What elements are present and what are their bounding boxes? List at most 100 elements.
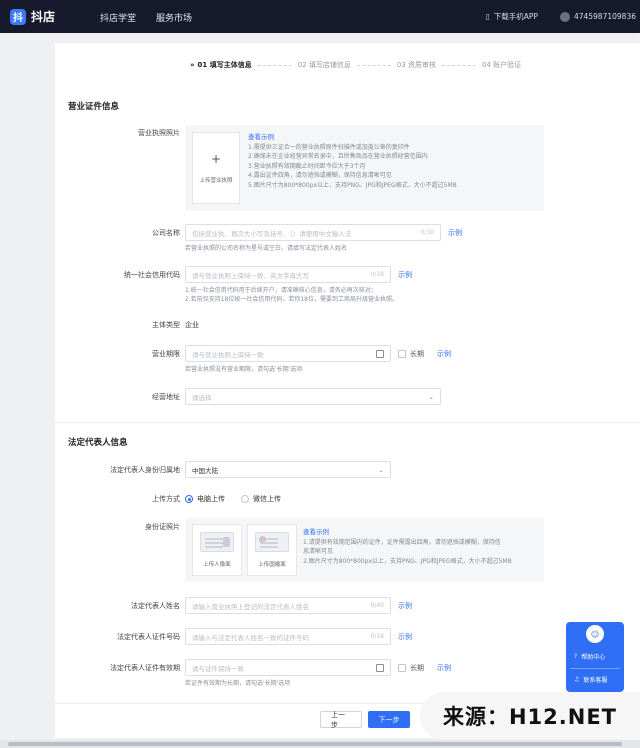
license-guide-line: 4.露出证件四角，请勿遮挡或模糊，保持信息清晰可见 [248, 172, 392, 179]
id-front-upload-button[interactable]: 上传人像面 [192, 524, 242, 576]
contact-support-button[interactable]: ♫ 联系客服 [574, 675, 607, 684]
legal-region-label: 法定代表人身份归属地 [110, 466, 180, 474]
nav-item-service-market[interactable]: 服务市场 [156, 11, 192, 24]
upload-method-label: 上传方式 [152, 495, 180, 503]
radio-checked-icon [185, 495, 193, 503]
help-center-button[interactable]: ? 帮助中心 [574, 652, 605, 661]
company-name-count: 0/30 [420, 229, 434, 236]
upload-method-computer-radio[interactable]: 电脑上传 [185, 494, 225, 504]
nav-item-academy[interactable]: 抖店学堂 [100, 11, 136, 24]
company-name-example-link[interactable]: 示例 [448, 228, 462, 238]
legal-name-count: 0/40 [370, 602, 384, 609]
widget-divider [570, 668, 620, 669]
chevron-down-icon: ⌄ [378, 465, 384, 474]
step-3-label: 03 资质审核 [396, 61, 436, 69]
company-name-placeholder: 包括营业执、再次大小写及括号、（）请使用中文输入法 [192, 229, 352, 238]
horizontal-scrollbar-thumb[interactable] [8, 742, 622, 746]
robot-icon: ☺ [586, 625, 604, 643]
id-guide-line: 2.图片尺寸为800*800px以上，支持PNG、JPG和JPEG格式，大小不超… [303, 557, 512, 565]
step-1-arrow-icon: » [190, 61, 195, 69]
legal-id-number-example-link[interactable]: 示例 [398, 632, 412, 642]
download-app-label: 下载手机APP [493, 12, 538, 21]
legal-id-validity-input[interactable]: 请与证件保持一致 [185, 659, 391, 676]
legal-region-select[interactable]: 中国大陆 ⌄ [185, 461, 391, 478]
legal-id-validity-hint: 若证件有效期为长期，请勾选'长期'选项 [185, 680, 291, 687]
logo[interactable]: 抖 抖店 [10, 8, 55, 25]
id-photo-label: 身份证照片 [145, 523, 180, 531]
step-4-label: 04 账户验证 [482, 61, 522, 69]
radio-unchecked-icon [241, 495, 249, 503]
legal-name-example-link[interactable]: 示例 [398, 601, 412, 611]
business-period-placeholder: 请与营业执照上保持一致 [192, 350, 264, 359]
id-example-link[interactable]: 查看示例 [303, 528, 512, 538]
next-step-button[interactable]: 下一步 [368, 711, 410, 728]
source-watermark: 来源：H12.NET [420, 692, 640, 740]
download-app-link[interactable]: ▯ 下载手机APP [486, 11, 538, 22]
credit-code-input[interactable]: 请与营业执照上保持一致，英文字母大写 0/18 [185, 266, 391, 283]
license-section-title: 营业证件信息 [68, 102, 120, 112]
legal-id-number-input[interactable]: 请输入与法定代表人姓名一致的证件号码 0/18 [185, 628, 391, 645]
step-3: 03 资质审核 [397, 60, 436, 70]
calendar-icon [376, 349, 384, 358]
license-upload-text: 上传营业执照 [199, 178, 233, 184]
id-back-label: 上传国徽面 [258, 562, 286, 568]
credit-code-label: 统一社会信用代码 [124, 271, 180, 279]
step-2: 02 填写店铺信息 [298, 60, 351, 70]
company-name-hint: 若营业执照的公司名称为星号或空白，请填写法定代表人姓名 [185, 245, 348, 252]
license-guide-line: 2.确保未在企业经营异常名录中，且所售商品在营业执照经营范围内 [248, 153, 428, 160]
logo-text: 抖店 [31, 10, 56, 24]
license-upload-area: + 上传营业执照 查看示例 1.需提供三证合一的营业执照原件扫描件或加盖公章的复… [185, 125, 544, 211]
account-menu[interactable]: 4745987109836 [559, 11, 636, 22]
avatar-icon [559, 11, 570, 22]
business-period-example-link[interactable]: 示例 [437, 349, 451, 359]
upload-method-wechat-label: 微信上传 [253, 495, 281, 503]
step-2-label: 02 填写店铺信息 [297, 61, 351, 69]
top-navigation-bar: 抖 抖店 抖店学堂 服务市场 ▯ 下载手机APP 4745987109836 [0, 0, 640, 33]
legal-id-number-label: 法定代表人证件号码 [117, 633, 180, 641]
business-period-long-checkbox[interactable]: 长期 [398, 349, 424, 359]
id-front-label: 上传人像面 [203, 562, 231, 568]
legal-region-value: 中国大陆 [192, 466, 218, 475]
id-guide: 查看示例 1.请提供有效期范围内的证件，证件需露出四角，请勿遮挡或模糊，保持信 … [303, 528, 512, 566]
checkbox-icon [398, 664, 406, 672]
company-name-input[interactable]: 包括营业执、再次大小写及括号、（）请使用中文输入法 0/30 [185, 224, 441, 241]
id-guide-line: 1.请提供有效期范围内的证件，证件需露出四角，请勿遮挡或模糊，保持信 [303, 538, 501, 546]
credit-code-hints: 1.统一社会信用代码用于后续开户，请准确核心信息，请务必再次核对； 2.若前仅支… [185, 286, 398, 304]
id-back-upload-button[interactable]: 上传国徽面 [247, 524, 297, 576]
chevron-down-icon: ⌄ [428, 392, 434, 401]
contact-support-label: 联系客服 [583, 677, 608, 684]
plus-icon: + [210, 152, 222, 166]
legal-id-validity-long-checkbox[interactable]: 长期 [398, 663, 424, 673]
legal-id-validity-example-link[interactable]: 示例 [437, 663, 451, 673]
entity-type-label: 主体类型 [152, 321, 180, 329]
step-4: 04 账户验证 [482, 60, 521, 70]
legal-section-title: 法定代表人信息 [68, 438, 128, 448]
upload-method-computer-label: 电脑上传 [197, 495, 225, 503]
license-upload-button[interactable]: + 上传营业执照 [192, 132, 240, 204]
legal-id-validity-placeholder: 请与证件保持一致 [192, 664, 244, 673]
legal-name-label: 法定代表人姓名 [131, 602, 180, 610]
credit-code-example-link[interactable]: 示例 [398, 270, 412, 280]
top-right-actions: ▯ 下载手机APP 4745987109836 [486, 11, 636, 22]
license-guide-line: 3.营业执照有效期截止时间距今应大于3个月 [248, 162, 366, 170]
progress-steps: » 01 填写主体信息 02 填写店铺信息 03 资质审核 04 账户验证 [190, 60, 521, 70]
legal-id-number-count: 0/18 [370, 633, 384, 640]
business-address-select[interactable]: 请选择 ⌄ [185, 388, 441, 405]
license-example-link[interactable]: 查看示例 [248, 133, 457, 143]
legal-name-input[interactable]: 请输入营业执照上登记的法定代表人姓名 0/40 [185, 597, 391, 614]
help-icon: ? [574, 653, 578, 660]
prev-step-button[interactable]: 上一步 [320, 711, 362, 729]
section-divider [55, 422, 640, 423]
step-1-label: 01 填写主体信息 [197, 61, 252, 69]
id-upload-area: 上传人像面 上传国徽面 查看示例 1.请提供有效期范围内的证件，证件需露出四角，… [185, 518, 544, 582]
step-divider [356, 64, 391, 66]
business-period-long-label: 长期 [410, 350, 424, 358]
step-divider [442, 64, 476, 66]
upload-method-wechat-radio[interactable]: 微信上传 [241, 494, 281, 504]
account-id: 4745987109836 [573, 12, 636, 21]
legal-id-number-placeholder: 请输入与法定代表人姓名一致的证件号码 [192, 633, 309, 642]
company-name-label: 公司名称 [152, 229, 180, 237]
step-divider [257, 64, 292, 66]
business-period-input[interactable]: 请与营业执照上保持一致 [185, 345, 391, 362]
step-1: » 01 填写主体信息 [190, 60, 252, 70]
